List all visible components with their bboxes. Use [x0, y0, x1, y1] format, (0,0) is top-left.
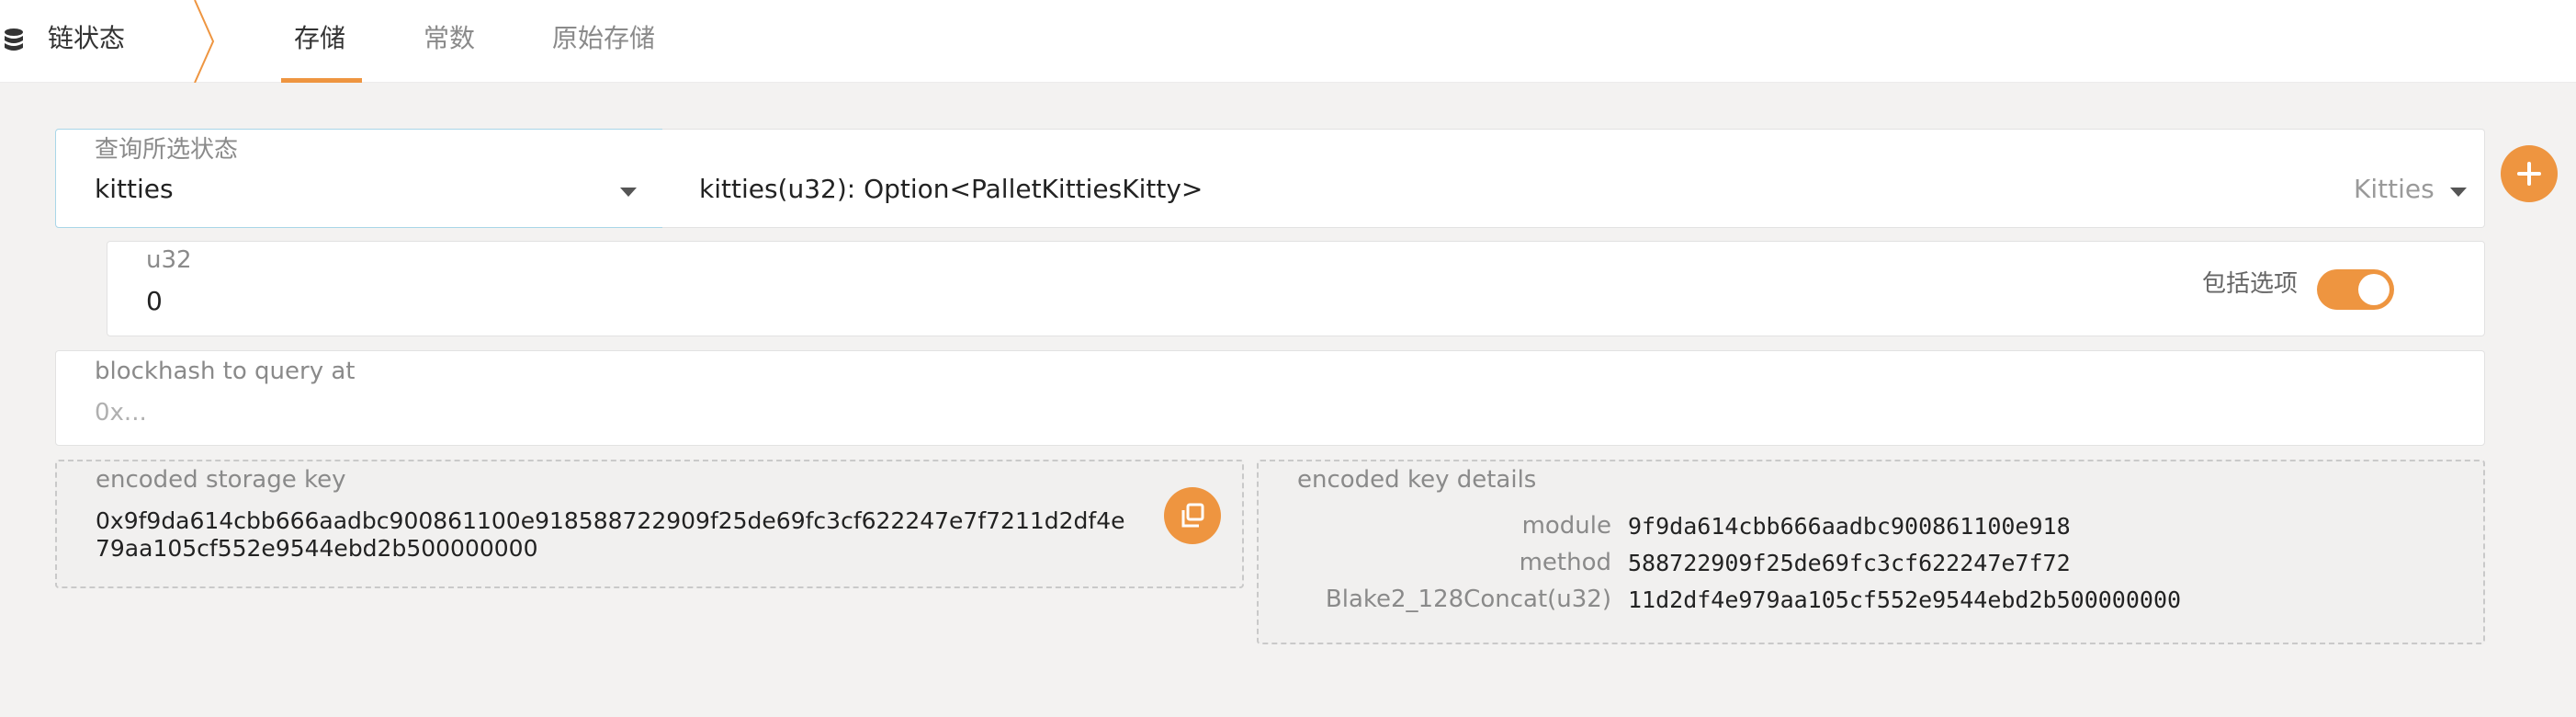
encoded-storage-key-box: encoded storage key 0x9f9da614cbb666aadb…: [55, 460, 1244, 588]
copy-button[interactable]: [1164, 487, 1221, 544]
key-details-label: encoded key details: [1297, 466, 1537, 494]
blockhash-label: blockhash to query at: [95, 358, 356, 385]
copy-icon: [1181, 503, 1204, 528]
breadcrumb-separator: [194, 0, 215, 83]
detail-hasher-value: 11d2df4e979aa105cf552e9544ebd2b500000000: [1628, 586, 2182, 613]
detail-module-value: 9f9da614cbb666aadbc900861100e918: [1628, 513, 2071, 540]
add-query-button[interactable]: [2501, 145, 2558, 202]
section-select-value[interactable]: Kitties: [2354, 174, 2435, 205]
app-title[interactable]: 链状态: [48, 22, 125, 55]
param-value-input[interactable]: 0: [146, 286, 163, 317]
tab-raw-storage[interactable]: 原始存储: [552, 22, 655, 55]
detail-method-label: method: [1519, 549, 1611, 576]
method-select-value: kitties(u32): Option<PalletKittiesKitty>: [699, 174, 1203, 204]
tab-storage[interactable]: 存储: [294, 22, 345, 55]
caret-down-icon: [620, 188, 637, 197]
method-select[interactable]: kitties(u32): Option<PalletKittiesKitty>…: [662, 129, 2485, 228]
detail-hasher-label: Blake2_128Concat(u32): [1325, 586, 1611, 613]
encoded-key-details-box: encoded key details module 9f9da614cbb66…: [1257, 460, 2485, 644]
detail-module-label: module: [1521, 512, 1611, 540]
module-select-value: kitties: [95, 174, 174, 204]
encoded-key-line-1: 0x9f9da614cbb666aadbc900861100e918588722…: [96, 507, 1125, 534]
module-select[interactable]: 查询所选状态 kitties: [55, 129, 663, 228]
query-section-label: 查询所选状态: [95, 136, 239, 164]
toggle-knob: [2358, 274, 2390, 305]
encoded-key-label: encoded storage key: [96, 466, 346, 494]
blockhash-input-card[interactable]: blockhash to query at 0x...: [55, 350, 2485, 446]
caret-down-icon: [2450, 188, 2467, 197]
database-icon: [5, 28, 23, 51]
detail-method-value: 588722909f25de69fc3cf622247e7f72: [1628, 550, 2071, 576]
blockhash-input[interactable]: 0x...: [95, 397, 147, 428]
active-tab-indicator: [281, 78, 362, 83]
tab-constants[interactable]: 常数: [424, 22, 475, 55]
param-input-card[interactable]: u32 0 包括选项: [107, 241, 2485, 336]
include-option-toggle[interactable]: [2317, 269, 2394, 310]
encoded-key-line-2: 79aa105cf552e9544ebd2b500000000: [96, 535, 538, 562]
include-option-label: 包括选项: [2202, 270, 2299, 298]
top-bar: 链状态 存储 常数 原始存储: [0, 0, 2576, 83]
param-type-label: u32: [146, 246, 192, 274]
